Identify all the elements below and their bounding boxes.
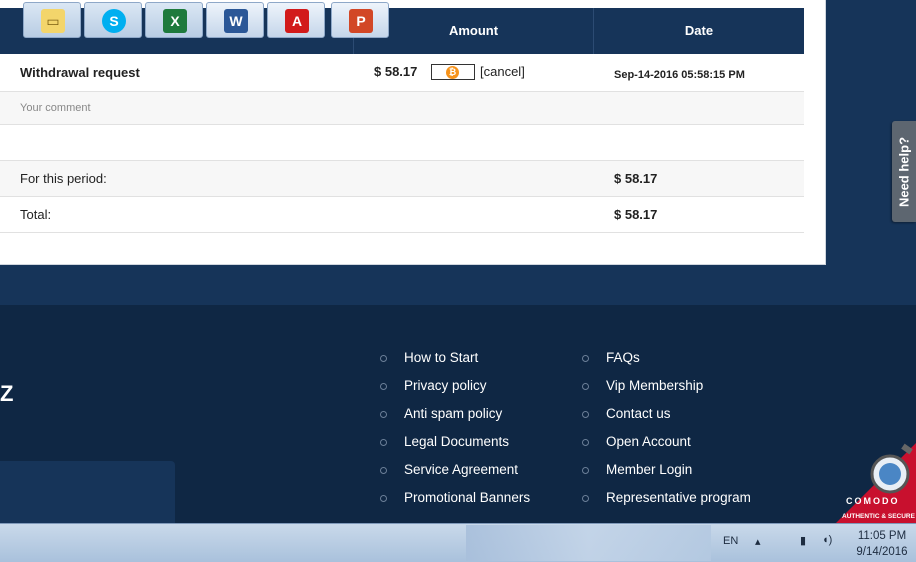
transactions-card: Type Amount Date Withdrawal request $ 58… xyxy=(0,0,826,265)
clock-time: 11:05 PM xyxy=(857,530,907,542)
acrobat-icon: A xyxy=(285,9,309,33)
bullet-icon xyxy=(380,439,387,446)
footer-link[interactable]: Promotional Banners xyxy=(404,490,530,505)
bullet-icon xyxy=(582,467,589,474)
taskbar-explorer[interactable]: ▭ xyxy=(23,2,81,38)
total-value: $ 58.17 xyxy=(614,207,658,222)
skype-icon: S xyxy=(102,9,126,33)
windows-taskbar xyxy=(0,523,916,562)
bullet-icon xyxy=(582,439,589,446)
bullet-icon xyxy=(380,411,387,418)
footer-link[interactable]: Service Agreement xyxy=(404,462,518,477)
taskbar-preview-blur xyxy=(466,525,711,561)
comodo-brand: COMODO xyxy=(846,496,900,506)
footer-link[interactable]: Member Login xyxy=(606,462,692,477)
total-label: Total: xyxy=(20,207,52,222)
footer-link[interactable]: Contact us xyxy=(606,406,671,421)
taskbar-powerpoint[interactable]: P xyxy=(331,2,389,38)
network-icon[interactable]: ▮ xyxy=(800,534,806,547)
period-label: For this period: xyxy=(20,171,107,186)
header-date: Date xyxy=(684,23,714,38)
bullet-icon xyxy=(582,355,589,362)
bullet-icon xyxy=(582,495,589,502)
transaction-type: Withdrawal request xyxy=(20,65,140,80)
total-row xyxy=(0,197,804,233)
footer-link[interactable]: Anti spam policy xyxy=(404,406,502,421)
period-row xyxy=(0,161,804,197)
cancel-link[interactable]: [cancel] xyxy=(480,64,525,79)
bullet-icon xyxy=(380,355,387,362)
taskbar-clock[interactable]: 11:05 PM 9/14/2016 xyxy=(852,528,912,560)
footer-link[interactable]: FAQs xyxy=(606,350,640,365)
comment-row xyxy=(0,92,804,125)
bullet-icon xyxy=(380,383,387,390)
footer-link[interactable]: Legal Documents xyxy=(404,434,509,449)
footer-link[interactable]: Representative program xyxy=(606,490,751,505)
transaction-amount: $ 58.17 xyxy=(374,64,418,79)
taskbar-acrobat[interactable]: A xyxy=(267,2,325,38)
footer-link[interactable]: Open Account xyxy=(606,434,691,449)
language-indicator[interactable]: EN xyxy=(723,535,738,547)
comodo-badge[interactable]: COMODO AUTHENTIC & SECURE xyxy=(826,438,916,523)
blank-row xyxy=(0,125,804,161)
clock-date: 9/14/2016 xyxy=(856,546,908,558)
bullet-icon xyxy=(380,467,387,474)
word-icon: W xyxy=(224,9,248,33)
header-amount: Amount xyxy=(354,8,594,54)
taskbar-excel[interactable]: X xyxy=(145,2,203,38)
comodo-tagline: AUTHENTIC & SECURE xyxy=(842,513,916,520)
currency-badge: ₿ xyxy=(431,64,475,80)
footer-link[interactable]: Privacy policy xyxy=(404,378,487,393)
footer-logo[interactable]: Z xyxy=(0,381,13,407)
footer-box xyxy=(0,461,175,523)
footer-link[interactable]: How to Start xyxy=(404,350,478,365)
footer-link[interactable]: Vip Membership xyxy=(606,378,703,393)
taskbar-skype[interactable]: S xyxy=(84,2,142,38)
transaction-date: Sep-14-2016 05:58:15 PM xyxy=(614,69,745,81)
need-help-label: Need help? xyxy=(896,136,912,207)
powerpoint-icon: P xyxy=(349,9,373,33)
period-value: $ 58.17 xyxy=(614,171,658,186)
bullet-icon xyxy=(380,495,387,502)
tray-chevron-icon[interactable]: ▴ xyxy=(755,535,761,548)
volume-icon[interactable]: ◖) xyxy=(822,534,832,546)
taskbar-word[interactable]: W xyxy=(206,2,264,38)
comment-label: Your comment xyxy=(20,102,91,114)
bullet-icon xyxy=(582,383,589,390)
folder-icon: ▭ xyxy=(41,9,65,33)
need-help-tab[interactable]: Need help? xyxy=(892,121,916,222)
bitcoin-icon: ₿ xyxy=(446,66,459,79)
excel-icon: X xyxy=(163,9,187,33)
bullet-icon xyxy=(582,411,589,418)
